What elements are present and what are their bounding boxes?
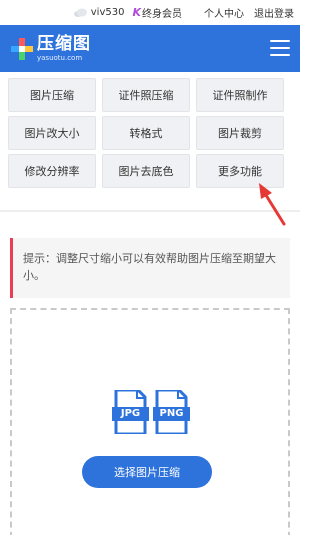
menu-bar-icon: [270, 40, 290, 42]
hamburger-menu-button[interactable]: [270, 40, 290, 56]
tool-id-photo-make-button[interactable]: 证件照制作: [196, 78, 284, 112]
logo-domain: yasuotu.com: [37, 53, 83, 62]
tool-convert-format-button[interactable]: 转格式: [102, 116, 190, 150]
section-divider: [0, 210, 300, 212]
tool-image-compress-button[interactable]: 图片压缩: [8, 78, 96, 112]
upload-dropzone[interactable]: JPG PNG 选择图片压缩: [10, 308, 290, 535]
tool-remove-background-button[interactable]: 图片去底色: [102, 154, 190, 188]
jpg-file-icon: JPG: [112, 390, 149, 434]
png-file-icon: PNG: [153, 390, 190, 434]
personal-center-link[interactable]: 个人中心: [204, 5, 244, 20]
tool-resize-button[interactable]: 图片改大小: [8, 116, 96, 150]
top-bar: viv530 K 终身会员 个人中心 退出登录: [0, 0, 300, 25]
png-label: PNG: [153, 407, 190, 421]
menu-bar-icon: [270, 54, 290, 56]
vip-k-icon: K: [132, 6, 141, 19]
site-header: 压缩图 yasuotu.com: [0, 25, 300, 72]
select-image-compress-button[interactable]: 选择图片压缩: [82, 456, 212, 488]
jpg-label: JPG: [112, 407, 149, 421]
tool-change-resolution-button[interactable]: 修改分辨率: [8, 154, 96, 188]
user-account[interactable]: viv530: [73, 7, 125, 18]
vip-label: 终身会员: [142, 9, 182, 20]
logo-text: 压缩图: [37, 33, 91, 54]
cloud-avatar-icon: [73, 8, 87, 17]
username[interactable]: viv530: [91, 7, 125, 18]
tool-more-features-button[interactable]: 更多功能: [196, 154, 284, 188]
tool-crop-button[interactable]: 图片裁剪: [196, 116, 284, 150]
tool-id-photo-compress-button[interactable]: 证件照压缩: [102, 78, 190, 112]
file-format-icons: JPG PNG: [112, 390, 194, 434]
menu-bar-icon: [270, 47, 290, 49]
tip-text: 提示：调整尺寸缩小可以有效帮助图片压缩至期望大小。: [23, 252, 276, 282]
vip-badge[interactable]: K 终身会员: [132, 5, 182, 20]
logout-link[interactable]: 退出登录: [254, 5, 294, 20]
tip-box: 提示：调整尺寸缩小可以有效帮助图片压缩至期望大小。: [10, 238, 290, 298]
cross-logo-icon: [11, 37, 33, 60]
site-logo[interactable]: 压缩图 yasuotu.com: [10, 33, 91, 62]
